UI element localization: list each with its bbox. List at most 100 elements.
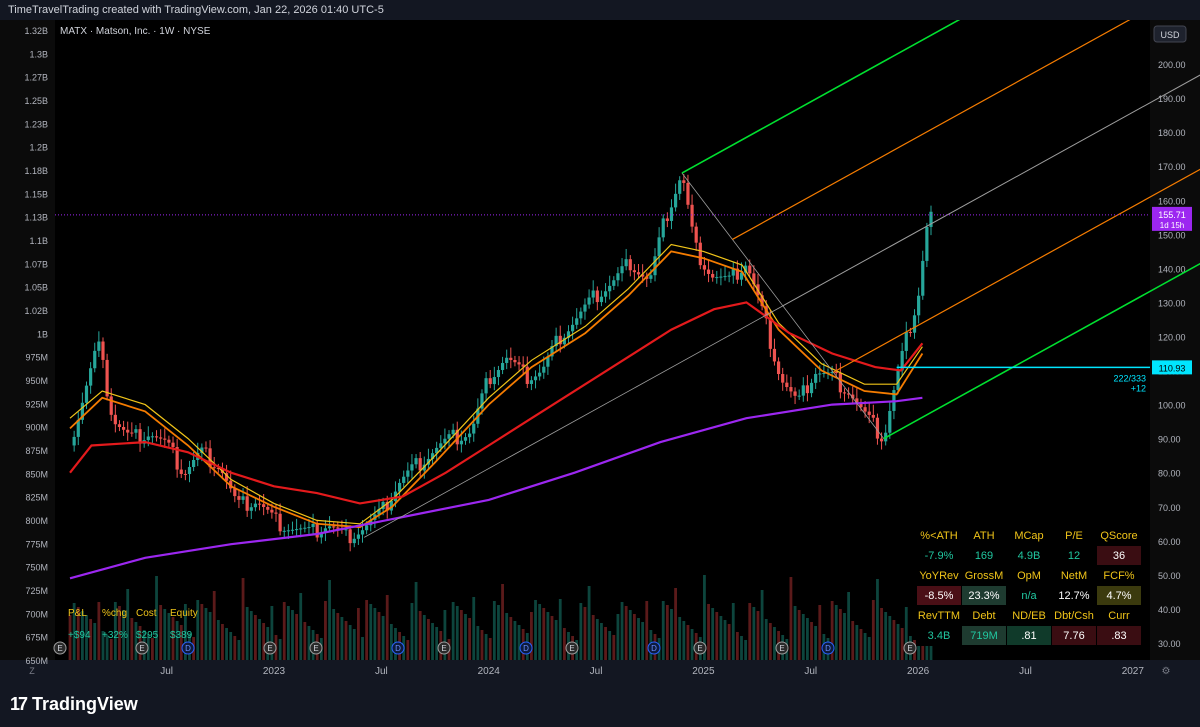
volume-bar bbox=[505, 613, 509, 660]
price-axis-tick: 170.00 bbox=[1158, 162, 1186, 172]
volume-bar bbox=[427, 619, 430, 660]
volume-bar bbox=[163, 609, 167, 660]
candle-body bbox=[694, 226, 698, 243]
volume-bar bbox=[665, 605, 669, 660]
candle-body bbox=[282, 530, 286, 532]
left-axis-tick: 1.3B bbox=[29, 49, 48, 59]
volume-bar bbox=[707, 604, 710, 660]
stats-cell: 12 bbox=[1051, 545, 1097, 566]
volume-bar bbox=[497, 605, 500, 660]
candle-body bbox=[237, 496, 241, 500]
left-axis-tick: 925M bbox=[25, 399, 48, 409]
stats-cell: Debt bbox=[961, 605, 1007, 626]
candle-body bbox=[163, 438, 167, 440]
volume-bar bbox=[867, 637, 871, 660]
left-axis-tick: 900M bbox=[25, 423, 48, 433]
volume-bar bbox=[612, 635, 616, 660]
volume-bar bbox=[513, 621, 517, 660]
volume-bar bbox=[855, 625, 859, 660]
candle-body bbox=[113, 414, 117, 425]
volume-bar bbox=[752, 607, 756, 660]
candle-body bbox=[517, 362, 521, 365]
candle-body bbox=[583, 304, 587, 312]
candle-body bbox=[402, 476, 406, 483]
candle-body bbox=[616, 273, 620, 281]
tv-logo-icon: 17 bbox=[10, 694, 28, 714]
candle-body bbox=[879, 438, 884, 442]
volume-bar bbox=[896, 624, 900, 660]
stats-cell: -7.9% bbox=[916, 545, 962, 566]
volume-bar bbox=[352, 629, 356, 660]
volume-bar bbox=[793, 606, 797, 660]
left-axis-tick: 1.02B bbox=[24, 306, 48, 316]
volume-bar bbox=[838, 609, 842, 660]
candle-body bbox=[628, 259, 632, 271]
left-axis-tick: 1.32B bbox=[24, 26, 48, 36]
candle-body bbox=[595, 290, 599, 303]
volume-bar bbox=[476, 626, 480, 660]
time-axis-tick: 2024 bbox=[478, 666, 501, 677]
stats-cell: 23.3% bbox=[961, 585, 1007, 606]
candle-body bbox=[921, 260, 925, 296]
marker-label: E bbox=[313, 644, 318, 653]
candle-body bbox=[723, 276, 727, 278]
stats-value-row: -7.9% 169 4.9B 12 36 bbox=[916, 545, 1142, 566]
attribution-bar: TimeTravelTrading created with TradingVi… bbox=[0, 0, 1200, 20]
stats-cell: YoYRev bbox=[916, 565, 962, 586]
marker-label: D bbox=[523, 644, 529, 653]
stats-cell: Dbt/Csh bbox=[1051, 605, 1097, 626]
volume-bar bbox=[501, 584, 504, 660]
candle-body bbox=[187, 467, 192, 475]
candle-body bbox=[781, 374, 785, 383]
candle-body bbox=[925, 226, 929, 261]
volume-bar bbox=[797, 610, 801, 660]
left-axis-tick: 1.27B bbox=[24, 73, 48, 83]
candle-body bbox=[295, 529, 299, 531]
candle-body bbox=[529, 380, 534, 384]
candle-body bbox=[505, 357, 509, 363]
volume-bar bbox=[616, 614, 620, 660]
candle-body bbox=[719, 276, 723, 278]
left-axis-tick: 775M bbox=[25, 539, 48, 549]
volume-bar bbox=[464, 614, 467, 660]
attribution-text: TimeTravelTrading created with TradingVi… bbox=[8, 4, 384, 16]
stats-value-row: 3.4B 719M .81 7.76.83 bbox=[916, 625, 1142, 646]
stats-cell: GrossM bbox=[961, 565, 1007, 586]
left-axis-tick: 950M bbox=[25, 376, 48, 386]
volume-bar bbox=[472, 597, 476, 660]
volume-bar bbox=[645, 601, 649, 660]
price-axis-tick: 80.00 bbox=[1158, 469, 1181, 479]
volume-bar bbox=[773, 627, 776, 660]
candle-body bbox=[661, 218, 665, 238]
candle-body bbox=[842, 392, 847, 394]
left-axis-tick: 1.05B bbox=[24, 283, 48, 293]
time-axis-tick: 2025 bbox=[692, 666, 715, 677]
volume-bar bbox=[789, 577, 793, 660]
volume-bar bbox=[410, 603, 414, 660]
volume-bar bbox=[801, 614, 805, 660]
volume-bar bbox=[381, 616, 385, 660]
candle-body bbox=[93, 350, 97, 369]
volume-bar bbox=[241, 578, 245, 660]
stats-cell: 4.9B bbox=[1006, 545, 1052, 566]
left-axis-tick: 750M bbox=[25, 563, 48, 573]
candle-body bbox=[241, 496, 245, 500]
tradingview-logo[interactable]: 17 TradingView bbox=[10, 694, 138, 715]
left-axis-tick: 875M bbox=[25, 446, 48, 456]
volume-bar bbox=[641, 622, 645, 660]
last-price-value: 155.71 bbox=[1158, 210, 1186, 220]
volume-bar bbox=[723, 620, 727, 660]
candle-body bbox=[698, 242, 702, 266]
stats-header-row: %<ATH ATH MCap P/E QScore bbox=[916, 525, 1142, 546]
candle-body bbox=[183, 473, 187, 475]
volume-bar bbox=[200, 604, 204, 660]
price-axis-tick: 160.00 bbox=[1158, 196, 1186, 206]
candle-body bbox=[315, 523, 319, 538]
stats-table: %<ATH ATH MCap P/E QScore -7.9% 169 4.9B 12 36 YoY… bbox=[916, 525, 1142, 646]
candle-body bbox=[797, 395, 801, 397]
candle-body bbox=[406, 470, 410, 477]
marker-label: E bbox=[697, 644, 702, 653]
stats-cell: P/E bbox=[1051, 525, 1097, 546]
volume-bar bbox=[216, 620, 220, 660]
volume-bar bbox=[484, 634, 488, 660]
